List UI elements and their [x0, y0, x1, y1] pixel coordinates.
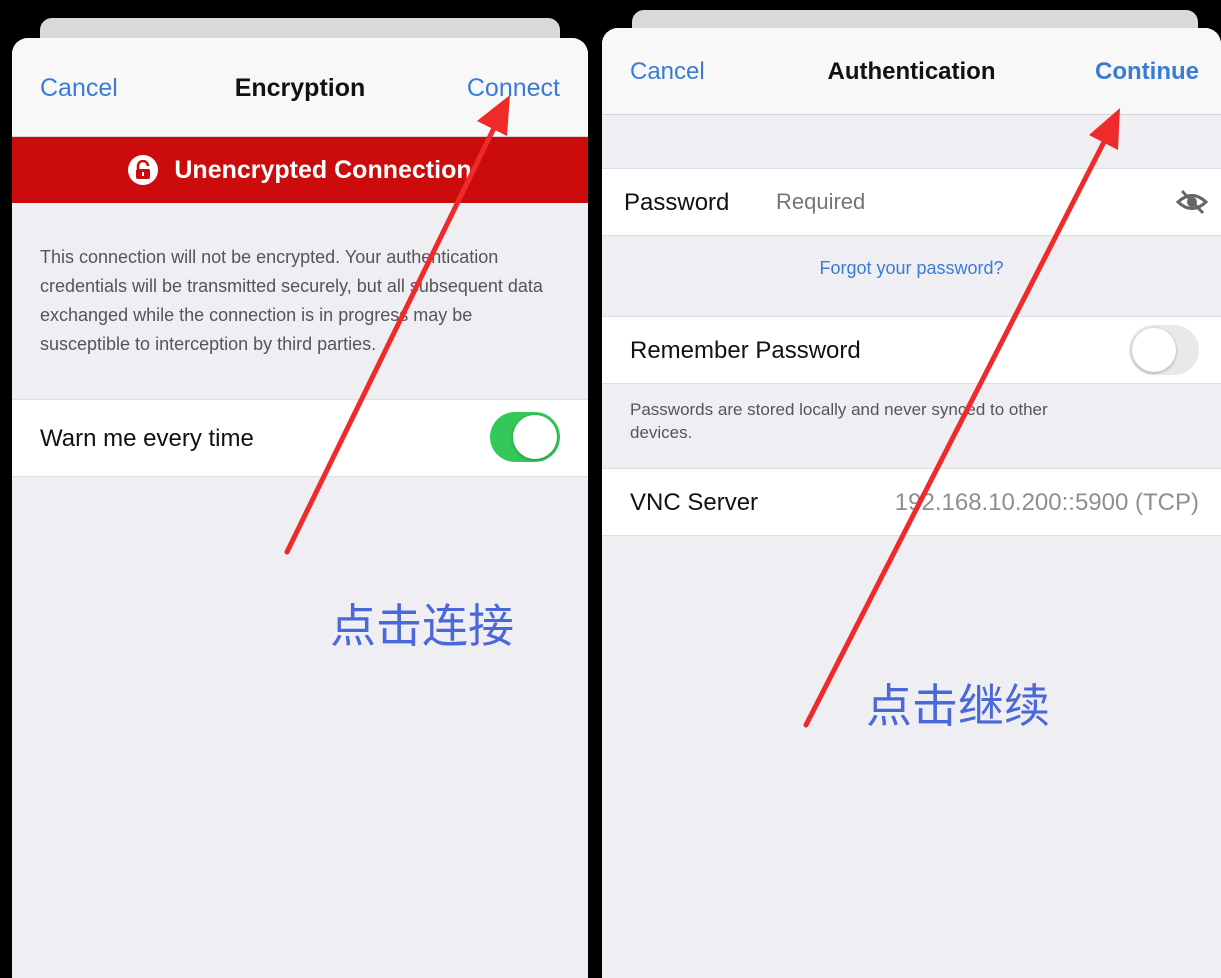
connect-arrow: [284, 95, 510, 555]
continue-arrow: [803, 108, 1120, 728]
annotation-arrows: [284, 95, 1120, 728]
